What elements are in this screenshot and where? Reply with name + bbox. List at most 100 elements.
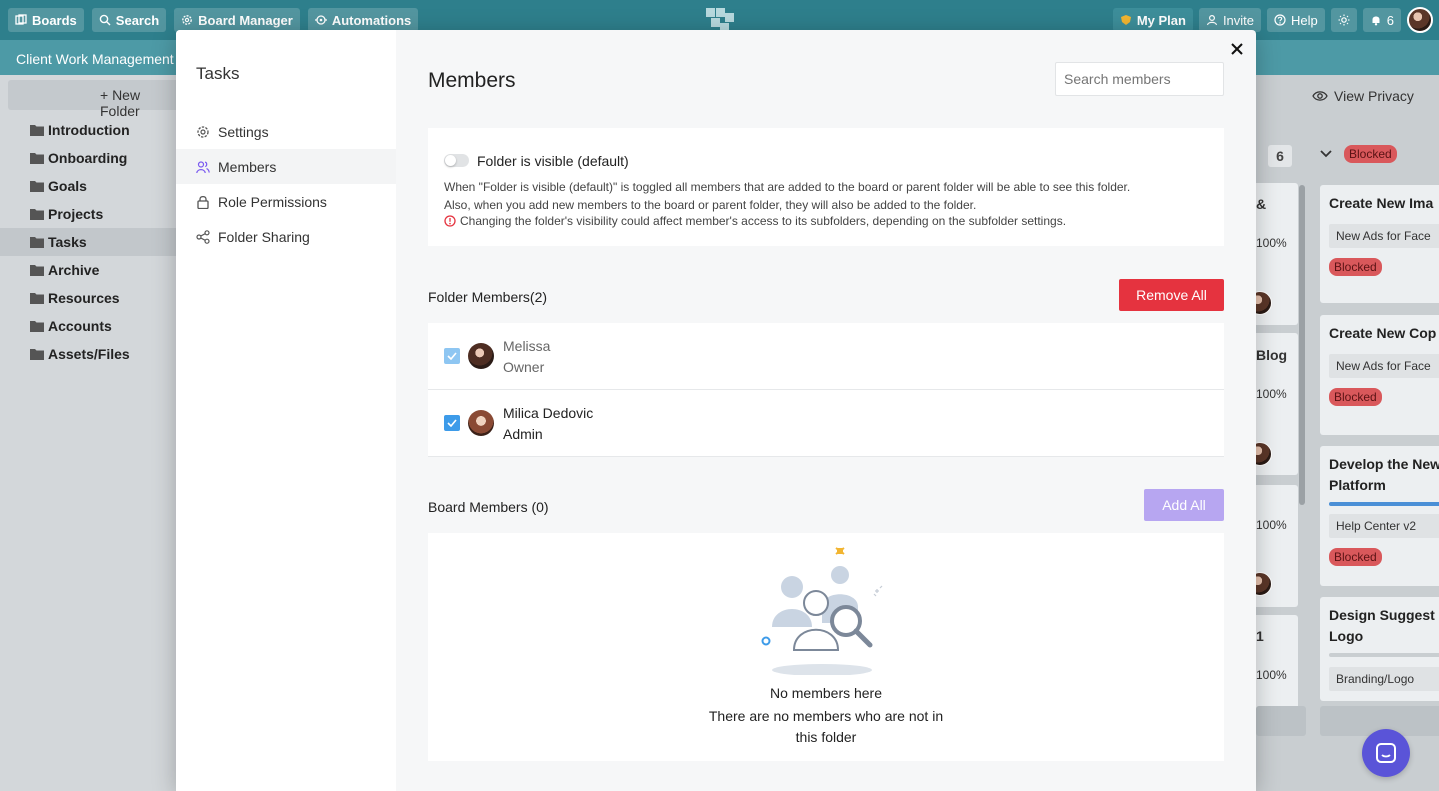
close-icon[interactable]: [1228, 40, 1246, 58]
folder-item-active[interactable]: Tasks: [0, 228, 176, 256]
check-icon: [447, 419, 457, 427]
column-scrollbar[interactable]: [1299, 185, 1305, 505]
workspace-title: Client Work Management: [16, 51, 174, 67]
help-button[interactable]: Help: [1267, 8, 1325, 32]
my-plan-button[interactable]: My Plan: [1112, 8, 1193, 32]
folder-icon: [30, 153, 44, 164]
folder-item[interactable]: Onboarding: [0, 144, 176, 172]
folder-list: Introduction Onboarding Goals Projects T…: [0, 116, 176, 368]
board-members-title: Board Members (0): [428, 499, 549, 515]
empty-state-title: No members here: [769, 685, 883, 701]
boards-label: Boards: [32, 12, 77, 28]
no-members-illustration-icon: [761, 547, 883, 675]
nav-label: Members: [218, 158, 277, 175]
sun-icon: [1338, 14, 1350, 26]
column-count-badge: 6: [1268, 145, 1292, 167]
task-card-title: 1: [1256, 628, 1264, 644]
new-folder-button[interactable]: + New Folder: [8, 80, 183, 119]
visibility-warning-text: Changing the folder's visibility could a…: [460, 214, 1067, 228]
task-card-progress: 100%: [1256, 668, 1287, 682]
automations-button[interactable]: Automations: [307, 8, 419, 32]
visibility-description-line: Also, when you add new members to the bo…: [444, 198, 977, 212]
task-card-title-line2: Logo: [1329, 628, 1364, 644]
add-all-button[interactable]: Add All: [1144, 489, 1224, 521]
folder-item[interactable]: Projects: [0, 200, 176, 228]
member-row: Melissa Owner: [428, 323, 1224, 390]
chat-icon: [1376, 743, 1396, 763]
folder-item[interactable]: Archive: [0, 256, 176, 284]
search-members-input[interactable]: [1055, 62, 1224, 96]
task-card-progress: 100%: [1256, 236, 1287, 250]
task-card-title: Create New Ima: [1329, 195, 1434, 211]
remove-all-button[interactable]: Remove All: [1119, 279, 1224, 311]
task-card-progress: 100%: [1256, 518, 1287, 532]
modal-content: Members Folder is visible (default) When…: [396, 30, 1256, 791]
shield-icon: [1120, 15, 1131, 25]
folder-label: Projects: [48, 206, 104, 222]
boards-button[interactable]: Boards: [8, 8, 84, 32]
task-card[interactable]: Create New Cop New Ads for Face Blocked: [1320, 315, 1439, 435]
avatar: [468, 410, 494, 436]
visibility-description: When "Folder is visible (default)" is to…: [444, 178, 1214, 214]
member-checkbox[interactable]: [444, 415, 460, 431]
member-role: Admin: [503, 426, 543, 442]
task-card[interactable]: 1 100%: [1256, 615, 1298, 715]
member-name: Melissa: [503, 338, 551, 354]
nav-item-settings[interactable]: Settings: [176, 114, 396, 149]
nav-item-role-permissions[interactable]: Role Permissions: [176, 184, 396, 219]
user-avatar[interactable]: [1407, 7, 1433, 33]
task-card[interactable]: Design Suggest Logo Branding/Logo: [1320, 597, 1439, 701]
folder-icon: [30, 293, 44, 304]
task-card[interactable]: & 100%: [1256, 183, 1298, 325]
folder-item[interactable]: Accounts: [0, 312, 176, 340]
eye-icon: [1312, 91, 1328, 101]
folder-settings-modal: Tasks Settings Members Role Permissions …: [176, 30, 1256, 791]
modal-nav: Settings Members Role Permissions Folder…: [176, 114, 396, 254]
empty-state-text: There are no members who are not in this…: [708, 708, 944, 745]
folder-label: Accounts: [48, 318, 112, 334]
folder-icon: [30, 237, 44, 248]
folder-label: Introduction: [48, 122, 130, 138]
folder-sidebar: + New Folder Introduction Onboarding Goa…: [0, 75, 183, 791]
bell-icon: [1372, 16, 1380, 26]
nav-item-members[interactable]: Members: [176, 149, 396, 184]
member-name: Milica Dedovic: [503, 405, 594, 421]
folder-icon: [30, 181, 44, 192]
invite-button[interactable]: Invite: [1198, 8, 1262, 32]
avatar: [468, 343, 494, 369]
board-manager-button[interactable]: Board Manager: [174, 8, 300, 32]
folder-item[interactable]: Goals: [0, 172, 176, 200]
view-privacy-button[interactable]: View Privacy: [1312, 88, 1414, 104]
user-icon: [1206, 14, 1218, 26]
task-card-title: Design Suggest: [1329, 607, 1435, 623]
assignee-avatar: [1256, 572, 1272, 596]
nav-item-folder-sharing[interactable]: Folder Sharing: [176, 219, 396, 254]
folder-icon: [30, 265, 44, 276]
search-button[interactable]: Search: [91, 8, 167, 32]
folder-item[interactable]: Introduction: [0, 116, 176, 144]
task-card-title: Develop the New: [1329, 456, 1439, 472]
folder-item[interactable]: Assets/Files: [0, 340, 176, 368]
chat-support-button[interactable]: [1362, 729, 1410, 777]
folder-visible-toggle[interactable]: [444, 154, 469, 167]
task-card[interactable]: Create New Ima New Ads for Face Blocked: [1320, 185, 1439, 303]
chevron-down-icon[interactable]: [1320, 150, 1332, 158]
task-card-title-line2: Platform: [1329, 477, 1386, 493]
folder-label: Onboarding: [48, 150, 128, 166]
visibility-description-line: When "Folder is visible (default)" is to…: [444, 180, 1131, 194]
help-label: Help: [1291, 12, 1318, 28]
task-card[interactable]: Blog 100%: [1256, 333, 1298, 475]
notifications-count: 6: [1386, 12, 1394, 28]
notifications-button[interactable]: 6: [1362, 8, 1401, 32]
folder-item[interactable]: Resources: [0, 284, 176, 312]
task-card[interactable]: Develop the New Platform Help Center v2 …: [1320, 446, 1439, 586]
boards-icon: [15, 14, 27, 25]
page-title: Members: [428, 69, 516, 92]
gear-icon: [182, 15, 193, 25]
column-footer: [1256, 706, 1306, 736]
nav-label: Role Permissions: [218, 193, 327, 210]
theme-toggle-button[interactable]: [1330, 8, 1357, 32]
board-manager-label: Board Manager: [198, 12, 293, 28]
task-card[interactable]: 100%: [1256, 485, 1298, 607]
nav-label: Settings: [218, 123, 269, 140]
